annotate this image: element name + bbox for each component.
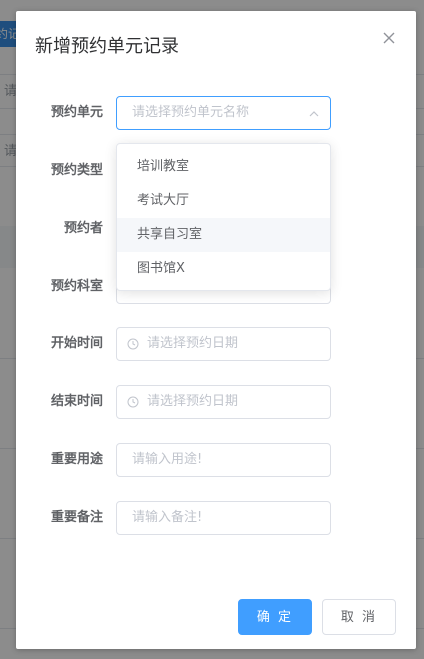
unit-dropdown: 培训教室 考试大厅 共享自习室 图书馆X bbox=[116, 143, 331, 291]
remark-label: 重要备注 bbox=[50, 510, 103, 525]
start-date-placeholder: 请选择预约日期 bbox=[147, 336, 239, 351]
unit-select-placeholder: 请选择预约单元名称 bbox=[132, 105, 250, 120]
dialog-title: 新增预约单元记录 bbox=[35, 36, 179, 57]
form-row-purpose: 重要用途 请输入用途! bbox=[16, 443, 416, 477]
chevron-up-icon bbox=[309, 111, 319, 117]
person-label: 预约者 bbox=[63, 221, 103, 236]
purpose-placeholder: 请输入用途! bbox=[132, 452, 203, 467]
start-date-picker[interactable]: 请选择预约日期 bbox=[116, 327, 331, 361]
add-reservation-dialog: 新增预约单元记录 预约单元 请选择预约单元名称 预约类型 预约者 预约科室 开始… bbox=[16, 11, 416, 649]
unit-select[interactable]: 请选择预约单元名称 bbox=[116, 96, 331, 130]
dropdown-option[interactable]: 考试大厅 bbox=[117, 184, 330, 218]
dropdown-option[interactable]: 图书馆X bbox=[117, 252, 330, 286]
close-icon[interactable] bbox=[380, 29, 398, 47]
form-row-end: 结束时间 请选择预约日期 bbox=[16, 385, 416, 419]
end-date-placeholder: 请选择预约日期 bbox=[147, 394, 239, 409]
form-row-unit: 预约单元 请选择预约单元名称 bbox=[16, 96, 416, 130]
clock-icon bbox=[127, 338, 139, 350]
dropdown-option[interactable]: 培训教室 bbox=[117, 150, 330, 184]
end-label: 结束时间 bbox=[50, 394, 103, 409]
purpose-label: 重要用途 bbox=[50, 452, 103, 467]
dept-label: 预约科室 bbox=[50, 279, 103, 294]
unit-label: 预约单元 bbox=[50, 105, 103, 120]
purpose-input[interactable]: 请输入用途! bbox=[116, 443, 331, 477]
type-label: 预约类型 bbox=[50, 163, 103, 178]
end-date-picker[interactable]: 请选择预约日期 bbox=[116, 385, 331, 419]
dropdown-option[interactable]: 共享自习室 bbox=[117, 218, 330, 252]
form-row-remark: 重要备注 请输入备注! bbox=[16, 501, 416, 535]
start-label: 开始时间 bbox=[50, 336, 103, 351]
cancel-button[interactable]: 取 消 bbox=[322, 599, 396, 635]
confirm-button[interactable]: 确 定 bbox=[238, 599, 312, 635]
remark-input[interactable]: 请输入备注! bbox=[116, 501, 331, 535]
remark-placeholder: 请输入备注! bbox=[132, 510, 203, 525]
clock-icon bbox=[127, 396, 139, 408]
form-row-start: 开始时间 请选择预约日期 bbox=[16, 327, 416, 361]
